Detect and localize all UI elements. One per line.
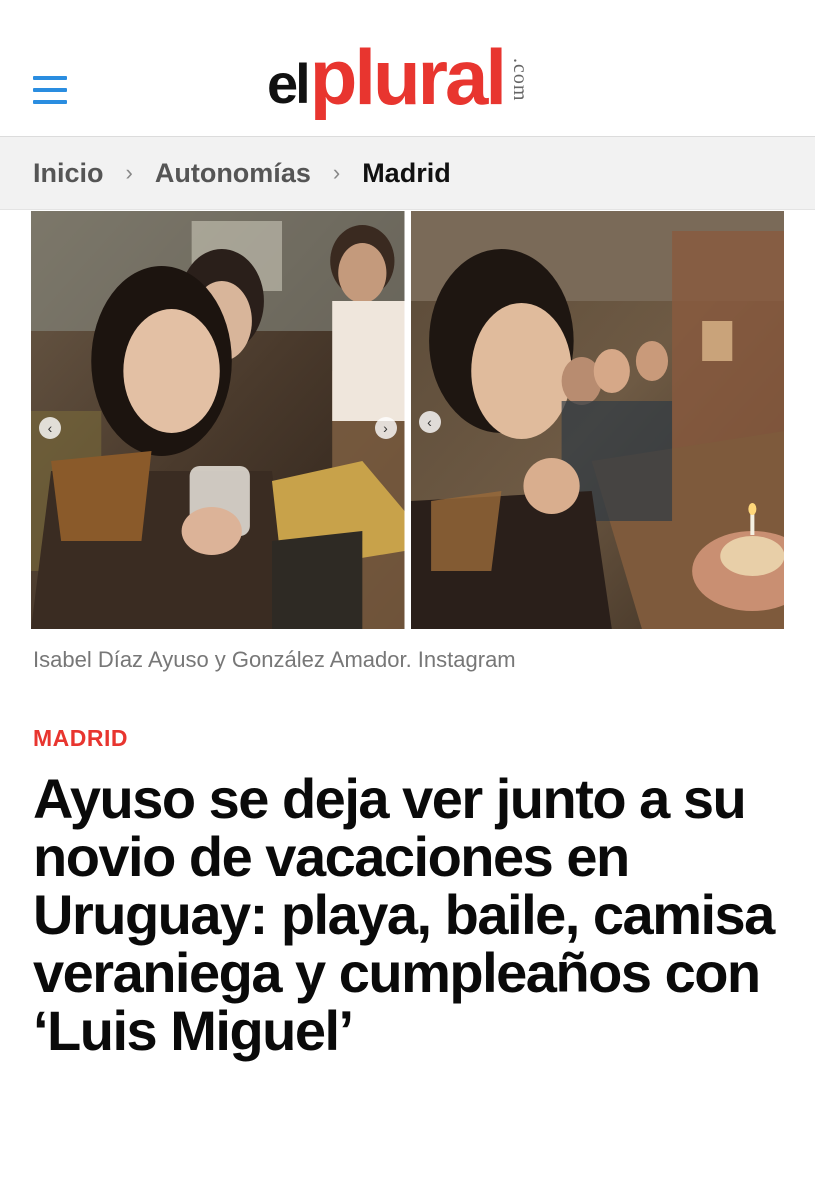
photo-left-image bbox=[31, 211, 405, 629]
logo-plural: plural bbox=[309, 33, 507, 121]
logo-com: .com bbox=[509, 58, 532, 102]
carousel-prev-arrow[interactable]: ‹ bbox=[418, 411, 441, 433]
breadcrumb-inicio[interactable]: Inicio bbox=[33, 158, 104, 189]
breadcrumb-separator: › bbox=[332, 160, 341, 185]
logo-el: el bbox=[267, 52, 311, 115]
photo-right: ‹ bbox=[410, 211, 784, 629]
photo-caption: Isabel Díaz Ayuso y González Amador. Ins… bbox=[33, 647, 516, 672]
photo-left: ‹ › bbox=[31, 211, 405, 629]
menu-icon[interactable] bbox=[33, 76, 67, 104]
section-label[interactable]: MADRID bbox=[33, 725, 782, 752]
photo-right-image bbox=[410, 211, 784, 629]
article-photos: ‹ › ‹ bbox=[0, 211, 815, 629]
site-logo[interactable]: el plural .com bbox=[267, 34, 531, 134]
breadcrumb-separator: › bbox=[125, 160, 133, 185]
carousel-prev-arrow[interactable]: ‹ bbox=[39, 417, 61, 439]
site-header: el plural .com bbox=[0, 0, 815, 137]
breadcrumb: Inicio › Autonomías › Madrid bbox=[0, 137, 815, 210]
breadcrumb-madrid[interactable]: Madrid bbox=[362, 158, 451, 189]
breadcrumb-autonomias[interactable]: Autonomías bbox=[155, 158, 311, 189]
article-headline: Ayuso se deja ver junto a su novio de va… bbox=[33, 767, 775, 1062]
carousel-next-arrow[interactable]: › bbox=[374, 417, 397, 439]
